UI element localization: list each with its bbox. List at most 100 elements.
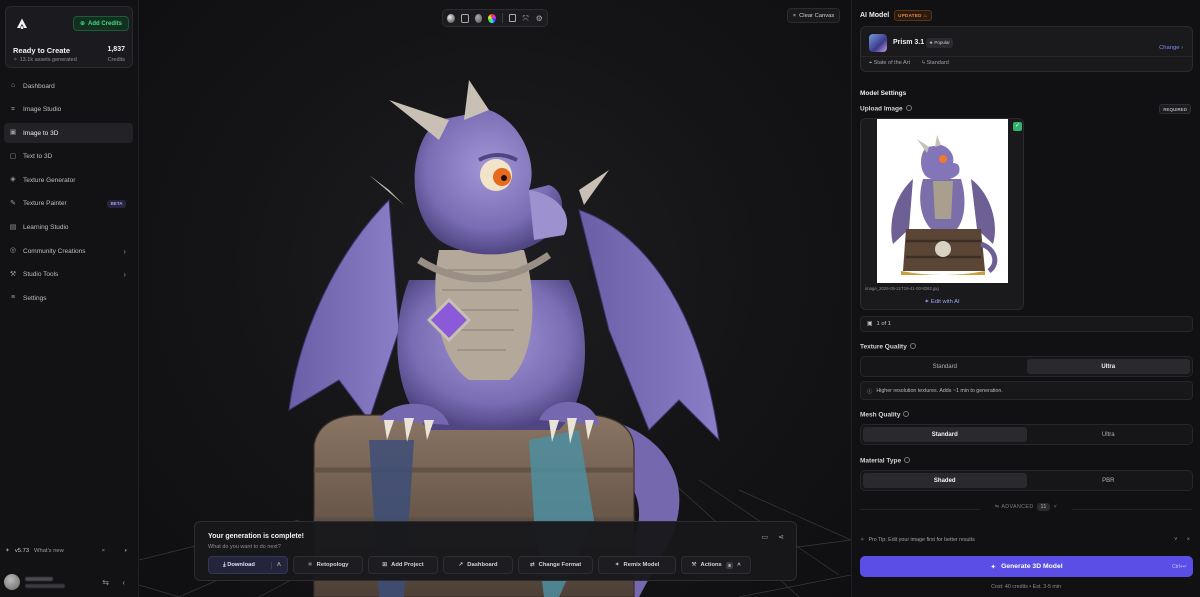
required-badge: REQUIRED [1159,104,1191,114]
updated-badge-label: UPDATED [898,12,922,18]
share-icon[interactable]: ⋖ [778,533,784,541]
version-label: v5.73 [14,548,30,554]
generation-title: Your generation is complete! [208,533,304,540]
fit-view-icon[interactable]: ⤧ [522,14,530,23]
generate-3d-model-button[interactable]: ✦ Generate 3D Model Ctrl+↵ [860,556,1193,577]
sidebar-item-text-to-3d[interactable]: ▢ Text to 3D [4,147,133,167]
add-credits-button[interactable]: ⊕ Add Credits [73,16,129,31]
sidebar-item-label: Image to 3D [23,129,59,137]
globe-icon: ◎ [9,247,17,255]
collapse-sidebar-icon[interactable]: ‹ [122,578,125,587]
close-icon[interactable]: × [1186,537,1190,543]
magic-wand-icon: ✶ [924,299,930,305]
user-row[interactable]: ⇆ ‹ [4,570,133,594]
change-label: Change [1159,45,1180,51]
sidebar-item-image-to-3d[interactable]: ▣ Image to 3D [4,123,133,144]
sidebar-item-community-creations[interactable]: ◎ Community Creations › [4,241,133,261]
model-tag-quality-label: State of the Art [873,60,911,66]
ai-model-header: AI Model UPDATED ♨ [860,10,932,21]
user-info [25,576,65,588]
material-type-shaded[interactable]: Shaded [863,473,1027,488]
dragon-3d-model[interactable] [139,0,851,597]
info-icon[interactable] [904,457,911,463]
swap-icon[interactable]: ⇆ [102,578,109,587]
upload-image-label: Upload Image [860,105,912,113]
chevron-right-icon: › [123,270,126,280]
brush-icon: ✎ [10,199,16,207]
plus-coins-icon: ⊕ [79,21,85,27]
pro-tip: ✧ Pro Tip: Edit your image first for bet… [860,537,1193,543]
images-icon: ▣ [867,321,873,327]
credit-label: Credits [107,57,125,63]
edit-with-ai-button[interactable]: ✶ Edit with AI [861,299,1023,305]
sidebar-item-texture-generator[interactable]: ◈ Texture Generator [4,170,133,190]
wireframe-cylinder-icon[interactable] [460,13,469,23]
normal-map-sphere-icon[interactable] [488,13,496,23]
info-icon[interactable] [909,343,916,349]
generation-panel-icons: ▭ ⋖ [762,533,785,541]
texture-quality-standard[interactable]: Standard [863,359,1027,374]
change-model-button[interactable]: Change › [1159,45,1183,51]
texture-quality-selector: Standard Ultra [860,356,1193,377]
texture-quality-ultra[interactable]: Ultra [1026,359,1190,374]
beta-badge: BETA [107,199,126,208]
theme-toggle-icon[interactable]: ◐ [124,548,128,554]
whats-new-link[interactable]: What's new [34,548,64,554]
material-type-pbr[interactable]: PBR [1027,473,1191,488]
gear-icon[interactable]: ⚙ [535,14,543,23]
popular-badge: ★ Popular [926,38,953,48]
sidebar-item-studio-tools[interactable]: ⚒ Studio Tools › [4,265,133,285]
credit-count: 1,837 [107,46,125,53]
generate-label: Generate 3D Model [1001,563,1063,570]
actions-button[interactable]: ⚒ Actions 8 ˄ [681,556,751,574]
clear-canvas-button[interactable]: × Clear Canvas [787,8,840,23]
uploaded-image-card[interactable]: ✓ image_2026-05-21T19-41-00-8262.jpg ✶ E… [860,118,1024,310]
dashboard-button[interactable]: ↗ Dashboard [443,556,513,574]
mesh-quality-ultra[interactable]: Ultra [1027,427,1191,442]
sidebar-item-settings[interactable]: ≡ Settings [4,288,133,308]
matcap-sphere-icon[interactable] [447,13,455,23]
download-button[interactable]: ⤓ Download ˄ [208,556,288,574]
settings-panel: AI Model UPDATED ♨ Prism 3.1 ★ Popular C… [851,0,1200,597]
download-label-wrap: ⤓ Download [223,562,255,569]
info-icon[interactable] [905,105,912,111]
advanced-toggle[interactable]: ⇋ ADVANCED 11 ˅ [852,503,1200,511]
retopology-icon: ⚛ [307,562,313,568]
edit-with-ai-label: Edit with AI [930,299,960,305]
grid-toggle-icon[interactable] [508,14,516,22]
pro-tip-controls: ˅ × [1174,537,1190,543]
brand-logo-icon[interactable] [16,18,28,30]
user-email-blurred [25,583,65,588]
viewport-canvas[interactable]: ⤧ ⚙ × Clear Canvas Your generation is co… [139,0,851,597]
retopology-button[interactable]: ⚛ Retopology [293,556,363,574]
actions-count-badge: 8 [725,561,734,569]
chevron-down-icon[interactable]: ˅ [1174,537,1178,543]
avatar[interactable] [4,574,20,590]
model-thumbnail [869,34,887,52]
sidebar-item-texture-painter[interactable]: ✎ Texture Painter BETA [4,194,133,214]
close-icon[interactable]: × [102,548,105,554]
sidebar-nav: ⌂ Dashboard ⌗ Image Studio ▣ Image to 3D… [4,76,133,312]
generation-cost: Cost: 40 credits • Est. 3-5 min [991,584,1061,590]
remix-model-button[interactable]: ✶ Remix Model [598,556,676,574]
add-project-button[interactable]: ⊞ Add Project [368,556,438,574]
chevron-up-icon[interactable]: ˄ [270,561,281,569]
sidebar-item-dashboard[interactable]: ⌂ Dashboard [4,76,133,96]
feedback-icon[interactable]: ▭ [762,533,769,541]
cube-image-icon: ▣ [9,129,17,137]
sidebar-item-image-studio[interactable]: ⌗ Image Studio [4,100,133,120]
model-tag-tier-label: Standard [926,60,949,66]
texture-quality-label: Texture Quality [860,343,916,351]
sidebar-item-learning-studio[interactable]: ▤ Learning Studio [4,218,133,238]
clay-sphere-icon[interactable] [474,13,483,23]
model-selector-card[interactable]: Prism 3.1 ★ Popular Change › ⌖ State of … [860,26,1193,72]
info-icon: ⓘ [867,388,873,395]
info-icon[interactable] [903,411,910,417]
mesh-quality-standard[interactable]: Standard [863,427,1027,442]
change-format-label: Change Format [538,562,582,568]
sidebar-item-label: Community Creations [23,247,86,255]
uploaded-image-preview[interactable]: ✓ [861,119,1023,283]
chevron-down-icon: ˅ [1053,504,1058,510]
sidebar-item-label: Texture Painter [23,200,67,208]
change-format-button[interactable]: ⇄ Change Format [518,556,593,574]
